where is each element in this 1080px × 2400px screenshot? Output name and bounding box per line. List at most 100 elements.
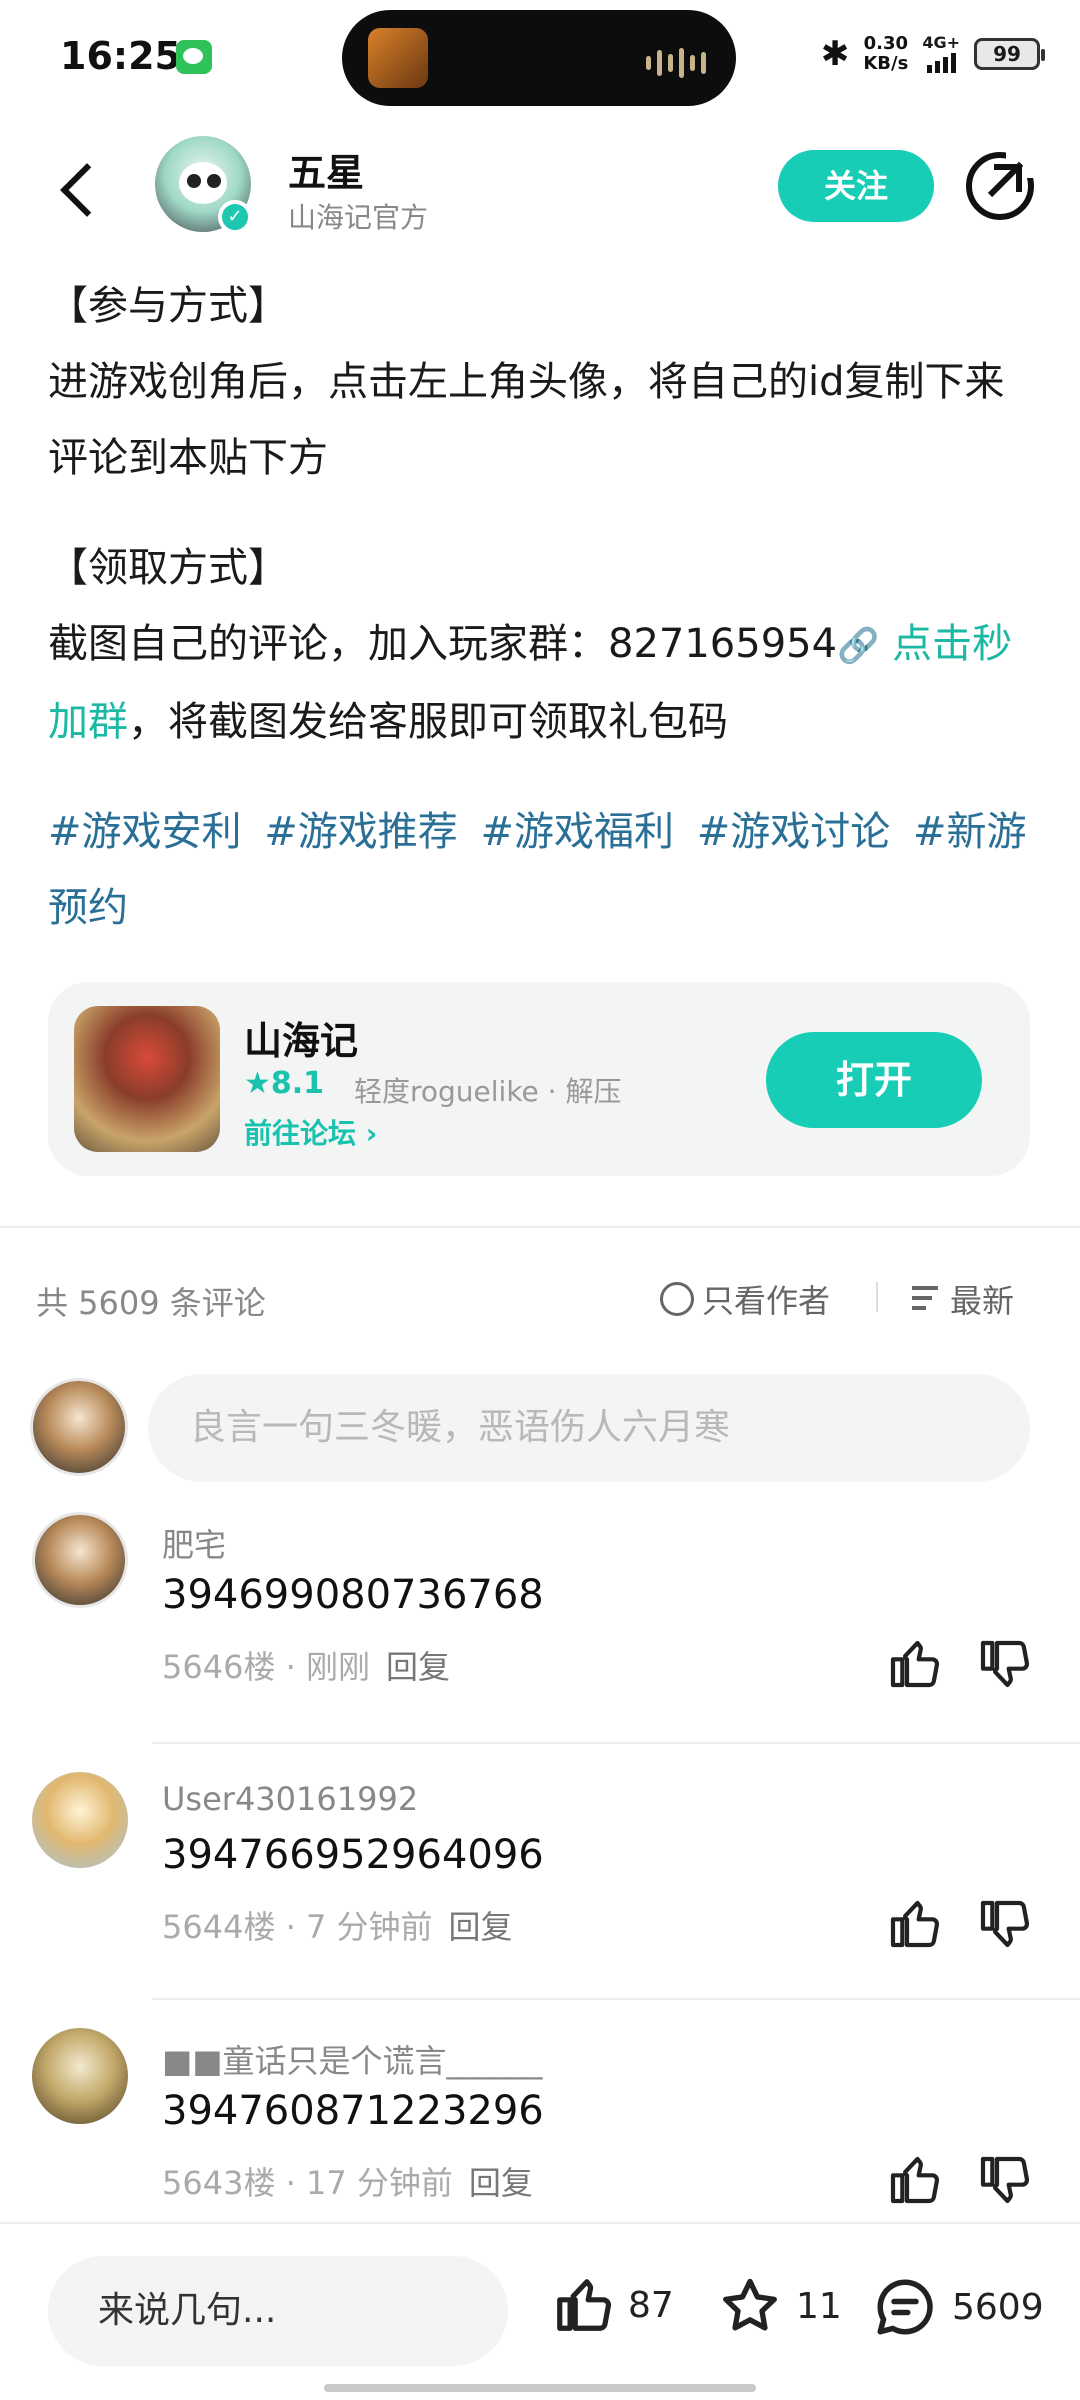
like-button[interactable]: 87 xyxy=(552,2274,674,2336)
comment-time: 17 分钟前 xyxy=(305,2164,453,2202)
comment-input[interactable]: 良言一句三冬暖，恶语伤人六月寒 xyxy=(148,1374,1030,1482)
commenter-avatar[interactable] xyxy=(32,2028,128,2124)
comment-text: 394766952964096 xyxy=(162,1832,544,1878)
comment-time: 7 分钟前 xyxy=(305,1908,433,1946)
home-indicator[interactable] xyxy=(324,2384,756,2392)
commenter-name[interactable]: User430161992 xyxy=(162,1780,418,1818)
divider xyxy=(152,1998,1080,2000)
radio-icon xyxy=(660,1282,694,1316)
comments-button[interactable]: 5609 xyxy=(872,2274,1044,2340)
wechat-notification-icon xyxy=(176,40,212,74)
comment-item: 肥宅 394699080736768 5646楼 · 刚刚 回复 xyxy=(0,1512,1080,1742)
claim-text-prefix: 截图自己的评论，加入玩家群：827165954 xyxy=(48,621,838,667)
section-claim-title: 【领取方式】 xyxy=(48,545,288,591)
comment-time: 刚刚 xyxy=(305,1648,370,1686)
my-avatar xyxy=(30,1378,128,1476)
comment-item: User430161992 394766952964096 5644楼 · 7 … xyxy=(0,1772,1080,2002)
star-icon xyxy=(723,2278,777,2331)
comment-total: 5609 xyxy=(952,2286,1044,2328)
game-card[interactable]: 山海记 ★8.1 轻度roguelike · 解压 前往论坛 › 打开 xyxy=(48,982,1030,1176)
author-subtitle: 山海记官方 xyxy=(288,201,429,234)
game-name: 山海记 xyxy=(244,1019,359,1063)
status-bar: 16:25 ✱ 0.30 KB/s 4G+ 99 xyxy=(0,0,1080,120)
comment-bubble-icon xyxy=(877,2279,933,2335)
divider xyxy=(876,1282,878,1312)
audio-wave-icon xyxy=(646,48,706,78)
dislike-icon[interactable] xyxy=(976,2152,1032,2208)
signal-bars-icon xyxy=(926,51,956,73)
tag-link[interactable]: #游戏讨论 xyxy=(697,809,891,855)
battery-icon: 99 xyxy=(974,38,1045,70)
dislike-icon[interactable] xyxy=(976,1636,1032,1692)
game-tags: 轻度roguelike · 解压 xyxy=(354,1075,622,1108)
comment-meta: 5644楼 · 7 分钟前 回复 xyxy=(162,1908,513,1946)
back-button[interactable] xyxy=(50,155,110,225)
comment-floor: 5643楼 xyxy=(162,2164,276,2202)
network-speed-unit: KB/s xyxy=(863,53,909,74)
status-time: 16:25 xyxy=(60,34,181,78)
like-icon[interactable] xyxy=(886,2152,942,2208)
reply-button[interactable]: 回复 xyxy=(469,2164,533,2202)
tag-link[interactable]: #游戏福利 xyxy=(480,809,674,855)
commenter-name[interactable]: ■■童话只是个谎言______ xyxy=(162,2036,542,2082)
link-icon: 🔗 xyxy=(837,626,880,666)
comment-count: 共 5609 条评论 xyxy=(36,1284,266,1322)
verified-badge-icon: ✓ xyxy=(218,200,252,234)
game-rating: ★8.1 xyxy=(244,1066,324,1101)
game-icon xyxy=(74,1006,220,1152)
divider xyxy=(152,1742,1080,1744)
claim-text-suffix: ，将截图发给客服即可领取礼包码 xyxy=(128,699,728,745)
like-count: 87 xyxy=(628,2284,674,2326)
post-content: 【参与方式】 进游戏创角后，点击左上角头像，将自己的id复制下来评论到本贴下方 … xyxy=(48,268,1038,946)
sort-button[interactable]: 最新 xyxy=(912,1276,1014,1322)
comment-meta: 5643楼 · 17 分钟前 回复 xyxy=(162,2164,533,2202)
sort-label: 最新 xyxy=(950,1282,1015,1320)
like-icon[interactable] xyxy=(886,1636,942,1692)
divider xyxy=(0,1226,1080,1228)
comment-floor: 5646楼 xyxy=(162,1648,276,1686)
commenter-avatar[interactable] xyxy=(32,1772,128,1868)
open-game-button[interactable]: 打开 xyxy=(766,1032,982,1128)
star-icon: ★ xyxy=(244,1066,271,1101)
network-speed-value: 0.30 xyxy=(863,33,909,54)
section-participation-title: 【参与方式】 xyxy=(48,283,288,329)
network-speed: 0.30 KB/s xyxy=(863,34,908,74)
section-participation-body: 进游戏创角后，点击左上角头像，将自己的id复制下来评论到本贴下方 xyxy=(48,359,1005,481)
avatar-eye xyxy=(187,174,201,188)
commenter-avatar[interactable] xyxy=(32,1512,128,1608)
dislike-icon[interactable] xyxy=(976,1896,1032,1952)
comment-text: 394699080736768 xyxy=(162,1572,544,1618)
media-thumbnail xyxy=(368,28,428,88)
network-type: 4G+ xyxy=(922,33,960,52)
author-name[interactable]: 五星 xyxy=(288,142,364,197)
avatar-eye xyxy=(207,174,221,188)
status-indicators: ✱ 0.30 KB/s 4G+ 99 xyxy=(820,34,1045,74)
follow-button[interactable]: 关注 xyxy=(778,150,934,222)
favorite-button[interactable]: 11 xyxy=(718,2274,842,2338)
post-header: ✓ 五星 山海记官方 关注 xyxy=(0,130,1080,250)
comment-text: 394760871223296 xyxy=(162,2088,544,2134)
reply-button[interactable]: 回复 xyxy=(449,1908,513,1946)
tag-link[interactable]: #游戏推荐 xyxy=(264,809,458,855)
thumbs-up-icon xyxy=(557,2279,611,2331)
bottom-action-bar: 来说几句... 87 11 5609 xyxy=(0,2222,1080,2400)
author-only-toggle[interactable]: 只看作者 xyxy=(660,1276,830,1322)
like-icon[interactable] xyxy=(886,1896,942,1952)
reply-button[interactable]: 回复 xyxy=(386,1648,450,1686)
commenter-name[interactable]: 肥宅 xyxy=(162,1520,226,1566)
dynamic-island[interactable] xyxy=(342,10,736,106)
forum-link[interactable]: 前往论坛 › xyxy=(244,1112,377,1152)
tag-list: #游戏安利 #游戏推荐 #游戏福利 #游戏讨论 #新游预约 xyxy=(48,794,1038,946)
author-only-label: 只看作者 xyxy=(702,1282,831,1320)
section-claim-body: 截图自己的评论，加入玩家群：827165954🔗 点击秒加群，将截图发给客服即可… xyxy=(48,606,1038,760)
cellular-signal: 4G+ xyxy=(922,35,960,73)
sort-icon xyxy=(912,1286,942,1312)
comment-meta: 5646楼 · 刚刚 回复 xyxy=(162,1648,450,1686)
tag-link[interactable]: #游戏安利 xyxy=(48,809,242,855)
bluetooth-icon: ✱ xyxy=(820,34,850,74)
bottom-comment-input[interactable]: 来说几句... xyxy=(48,2256,508,2366)
comment-floor: 5644楼 xyxy=(162,1908,276,1946)
favorite-count: 11 xyxy=(796,2285,842,2327)
chevron-right-icon: › xyxy=(365,1117,378,1150)
game-rating-value: 8.1 xyxy=(270,1066,325,1101)
